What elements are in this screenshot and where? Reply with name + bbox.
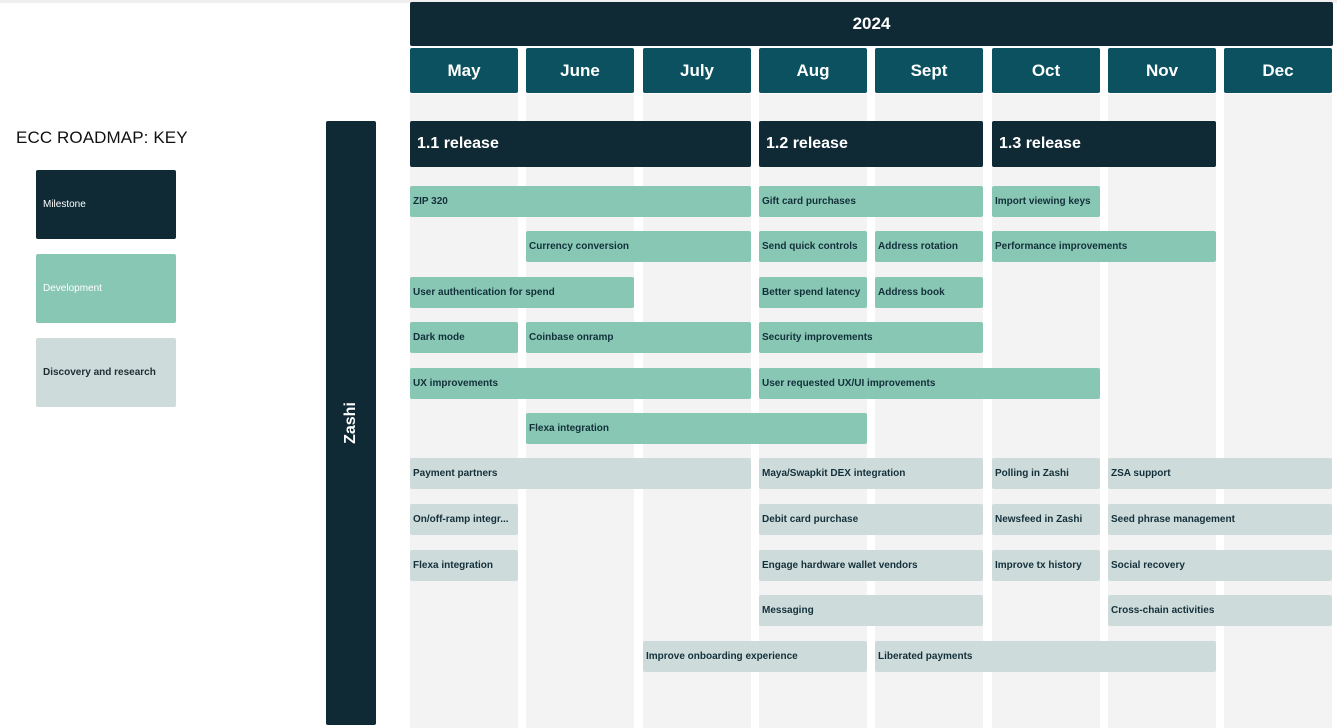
discovery-item-maya-swapkit-dex-integration-label: Maya/Swapkit DEX integration bbox=[762, 468, 906, 479]
dev-item-security-improvements-label: Security improvements bbox=[762, 332, 873, 343]
dev-item-flexa-integration[interactable]: Flexa integration bbox=[526, 413, 867, 444]
column-dec bbox=[1224, 94, 1332, 728]
dev-item-better-spend-latency[interactable]: Better spend latency bbox=[759, 277, 867, 308]
dev-item-currency-conversion-label: Currency conversion bbox=[529, 241, 630, 252]
milestone-1-3-release[interactable]: 1.3 release bbox=[992, 121, 1216, 167]
month-header-aug: Aug bbox=[759, 48, 867, 93]
milestone-1-3-release-label: 1.3 release bbox=[999, 135, 1081, 152]
discovery-item-cross-chain-activities-label: Cross-chain activities bbox=[1111, 605, 1215, 616]
dev-item-better-spend-latency-label: Better spend latency bbox=[762, 287, 861, 298]
dev-item-performance-improvements[interactable]: Performance improvements bbox=[992, 231, 1216, 262]
discovery-item-payment-partners[interactable]: Payment partners bbox=[410, 458, 751, 489]
key-title: ECC ROADMAP: KEY bbox=[16, 128, 188, 147]
milestone-1-1-release-label: 1.1 release bbox=[417, 135, 499, 152]
dev-item-zip-320[interactable]: ZIP 320 bbox=[410, 186, 751, 217]
column-nov bbox=[1108, 94, 1216, 728]
discovery-item-social-recovery[interactable]: Social recovery bbox=[1108, 550, 1332, 581]
key-discovery: Discovery and research bbox=[36, 338, 176, 407]
year-header: 2024 bbox=[410, 2, 1333, 46]
dev-item-import-viewing-keys[interactable]: Import viewing keys bbox=[992, 186, 1100, 217]
key-milestone: Milestone bbox=[36, 170, 176, 239]
discovery-item-messaging[interactable]: Messaging bbox=[759, 595, 983, 626]
discovery-item-improve-onboarding-experience[interactable]: Improve onboarding experience bbox=[643, 641, 867, 672]
discovery-item-zsa-support-label: ZSA support bbox=[1111, 468, 1171, 479]
discovery-item-social-recovery-label: Social recovery bbox=[1111, 560, 1185, 571]
milestone-1-1-release[interactable]: 1.1 release bbox=[410, 121, 751, 167]
dev-item-dark-mode-label: Dark mode bbox=[413, 332, 465, 343]
dev-item-ux-improvements-label: UX improvements bbox=[413, 378, 499, 389]
discovery-item-newsfeed-in-zashi[interactable]: Newsfeed in Zashi bbox=[992, 504, 1100, 535]
dev-item-security-improvements[interactable]: Security improvements bbox=[759, 322, 983, 353]
key-discovery-label: Discovery and research bbox=[43, 367, 156, 378]
discovery-item-polling-in-zashi[interactable]: Polling in Zashi bbox=[992, 458, 1100, 489]
dev-item-currency-conversion[interactable]: Currency conversion bbox=[526, 231, 751, 262]
dev-item-dark-mode[interactable]: Dark mode bbox=[410, 322, 518, 353]
dev-item-address-book[interactable]: Address book bbox=[875, 277, 983, 308]
discovery-item-debit-card-purchase[interactable]: Debit card purchase bbox=[759, 504, 983, 535]
discovery-item-liberated-payments[interactable]: Liberated payments bbox=[875, 641, 1216, 672]
month-header-june: June bbox=[526, 48, 634, 93]
discovery-item-improve-tx-history-label: Improve tx history bbox=[995, 560, 1082, 571]
dev-item-user-authentication-for-spend-label: User authentication for spend bbox=[413, 287, 555, 298]
dev-item-user-requested-ux-ui-improvements[interactable]: User requested UX/UI improvements bbox=[759, 368, 1100, 399]
month-header-nov: Nov bbox=[1108, 48, 1216, 93]
month-header-july: July bbox=[643, 48, 751, 93]
dev-item-gift-card-purchases-label: Gift card purchases bbox=[762, 196, 856, 207]
month-header-sept: Sept bbox=[875, 48, 983, 93]
dev-item-address-rotation[interactable]: Address rotation bbox=[875, 231, 983, 262]
swimlane-label: Zashi bbox=[342, 402, 359, 444]
discovery-item-engage-hardware-wallet-vendors-label: Engage hardware wallet vendors bbox=[762, 560, 918, 571]
discovery-item-newsfeed-in-zashi-label: Newsfeed in Zashi bbox=[995, 514, 1083, 525]
discovery-item-messaging-label: Messaging bbox=[762, 605, 814, 616]
dev-item-coinbase-onramp-label: Coinbase onramp bbox=[529, 332, 614, 343]
dev-item-ux-improvements[interactable]: UX improvements bbox=[410, 368, 751, 399]
discovery-item-zsa-support[interactable]: ZSA support bbox=[1108, 458, 1332, 489]
dev-item-address-rotation-label: Address rotation bbox=[878, 241, 959, 252]
key-milestone-label: Milestone bbox=[43, 199, 86, 210]
key-development-label: Development bbox=[43, 283, 102, 294]
discovery-item-engage-hardware-wallet-vendors[interactable]: Engage hardware wallet vendors bbox=[759, 550, 983, 581]
discovery-item-improve-tx-history[interactable]: Improve tx history bbox=[992, 550, 1100, 581]
dev-item-send-quick-controls-label: Send quick controls bbox=[762, 241, 858, 252]
discovery-item-seed-phrase-management-label: Seed phrase management bbox=[1111, 514, 1235, 525]
discovery-item-on-off-ramp-integr-label: On/off-ramp integr... bbox=[413, 514, 509, 525]
key-development: Development bbox=[36, 254, 176, 323]
month-header-oct: Oct bbox=[992, 48, 1100, 93]
dev-item-coinbase-onramp[interactable]: Coinbase onramp bbox=[526, 322, 751, 353]
dev-item-performance-improvements-label: Performance improvements bbox=[995, 241, 1128, 252]
month-header-dec: Dec bbox=[1224, 48, 1332, 93]
dev-item-gift-card-purchases[interactable]: Gift card purchases bbox=[759, 186, 983, 217]
dev-item-send-quick-controls[interactable]: Send quick controls bbox=[759, 231, 867, 262]
discovery-item-on-off-ramp-integr[interactable]: On/off-ramp integr... bbox=[410, 504, 518, 535]
discovery-item-improve-onboarding-experience-label: Improve onboarding experience bbox=[646, 651, 798, 662]
dev-item-address-book-label: Address book bbox=[878, 287, 945, 298]
dev-item-zip-320-label: ZIP 320 bbox=[413, 196, 448, 207]
milestone-1-2-release[interactable]: 1.2 release bbox=[759, 121, 983, 167]
dev-item-user-authentication-for-spend[interactable]: User authentication for spend bbox=[410, 277, 634, 308]
discovery-item-flexa-integration[interactable]: Flexa integration bbox=[410, 550, 518, 581]
dev-item-flexa-integration-label: Flexa integration bbox=[529, 423, 610, 434]
discovery-item-maya-swapkit-dex-integration[interactable]: Maya/Swapkit DEX integration bbox=[759, 458, 983, 489]
milestone-1-2-release-label: 1.2 release bbox=[766, 135, 848, 152]
discovery-item-seed-phrase-management[interactable]: Seed phrase management bbox=[1108, 504, 1332, 535]
month-header-may: May bbox=[410, 48, 518, 93]
discovery-item-debit-card-purchase-label: Debit card purchase bbox=[762, 514, 859, 525]
discovery-item-liberated-payments-label: Liberated payments bbox=[878, 651, 973, 662]
dev-item-user-requested-ux-ui-improvements-label: User requested UX/UI improvements bbox=[762, 378, 936, 389]
discovery-item-polling-in-zashi-label: Polling in Zashi bbox=[995, 468, 1069, 479]
discovery-item-cross-chain-activities[interactable]: Cross-chain activities bbox=[1108, 595, 1332, 626]
discovery-item-flexa-integration-label: Flexa integration bbox=[413, 560, 494, 571]
discovery-item-payment-partners-label: Payment partners bbox=[413, 468, 498, 479]
dev-item-import-viewing-keys-label: Import viewing keys bbox=[995, 196, 1091, 207]
